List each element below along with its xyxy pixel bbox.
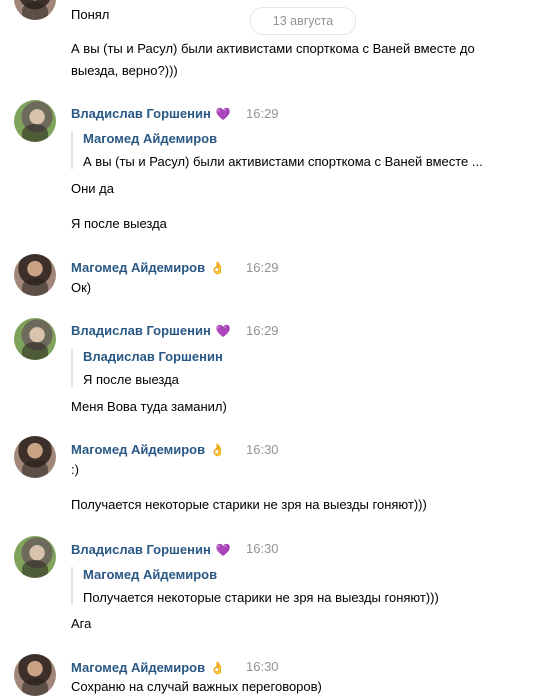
avatar[interactable] bbox=[14, 436, 56, 478]
avatar-shade bbox=[22, 678, 48, 696]
quote-author: Магомед Айдемиров bbox=[83, 131, 218, 146]
heart-badge-icon: 💜 bbox=[215, 107, 231, 121]
ok-hand-badge-icon: 👌 bbox=[210, 661, 226, 675]
ok-hand-badge-icon: 👌 bbox=[210, 261, 226, 275]
message-text: Ага bbox=[71, 616, 92, 631]
date-separator: 13 августа bbox=[250, 7, 356, 35]
avatar[interactable] bbox=[14, 0, 56, 20]
author-name[interactable]: Магомед Айдемиров bbox=[71, 660, 205, 675]
heart-badge-icon: 💜 bbox=[215, 324, 231, 338]
message-header: Магомед Айдемиров 👌 bbox=[71, 659, 225, 677]
avatar[interactable] bbox=[14, 654, 56, 696]
quote-text: А вы (ты и Расул) были активистами спорт… bbox=[83, 154, 483, 169]
message-time[interactable]: 16:30 bbox=[246, 541, 279, 556]
message-time[interactable]: 16:30 bbox=[246, 442, 279, 457]
message-text: А вы (ты и Расул) были активистами спорт… bbox=[71, 41, 475, 56]
quote-author: Магомед Айдемиров bbox=[83, 567, 218, 582]
quote-text: Я после выезда bbox=[83, 372, 179, 387]
message-text: Понял bbox=[71, 7, 110, 22]
quote-author: Владислав Горшенин bbox=[83, 349, 223, 364]
author-name[interactable]: Владислав Горшенин bbox=[71, 323, 211, 338]
quote-text: Получается некоторые старики не зря на в… bbox=[83, 590, 439, 605]
message-text: :) bbox=[71, 462, 79, 477]
avatar-shade bbox=[22, 124, 48, 142]
message-header: Владислав Горшенин 💜 bbox=[71, 541, 231, 559]
message-header: Владислав Горшенин 💜 bbox=[71, 322, 231, 340]
avatar[interactable] bbox=[14, 100, 56, 142]
reply-quote[interactable]: Магомед Айдемиров Получается некоторые с… bbox=[71, 567, 439, 605]
message-text: выезда, верно?))) bbox=[71, 63, 178, 78]
avatar-shade bbox=[22, 342, 48, 360]
message-text: Ок) bbox=[71, 280, 92, 295]
heart-badge-icon: 💜 bbox=[215, 543, 231, 557]
avatar[interactable] bbox=[14, 254, 56, 296]
message-time[interactable]: 16:29 bbox=[246, 260, 279, 275]
message-time[interactable]: 16:30 bbox=[246, 659, 279, 674]
ok-hand-badge-icon: 👌 bbox=[210, 443, 226, 457]
message-text: Они да bbox=[71, 181, 114, 196]
message-header: Владислав Горшенин 💜 bbox=[71, 105, 231, 123]
avatar[interactable] bbox=[14, 318, 56, 360]
author-name[interactable]: Владислав Горшенин bbox=[71, 106, 211, 121]
author-name[interactable]: Владислав Горшенин bbox=[71, 542, 211, 557]
message-text: Меня Вова туда заманил) bbox=[71, 399, 227, 414]
avatar-shade bbox=[22, 278, 48, 296]
message-header: Магомед Айдемиров 👌 bbox=[71, 441, 225, 459]
avatar-shade bbox=[22, 2, 48, 20]
message-text: Я после выезда bbox=[71, 216, 167, 231]
avatar-shade bbox=[22, 460, 48, 478]
message-text: Сохраню на случай важных переговоров) bbox=[71, 679, 322, 694]
message-header: Магомед Айдемиров 👌 bbox=[71, 259, 225, 277]
avatar-shade bbox=[22, 560, 48, 578]
author-name[interactable]: Магомед Айдемиров bbox=[71, 442, 205, 457]
reply-quote[interactable]: Владислав Горшенин Я после выезда bbox=[71, 349, 223, 387]
message-text: Получается некоторые старики не зря на в… bbox=[71, 497, 427, 512]
message-time[interactable]: 16:29 bbox=[246, 106, 279, 121]
message-time[interactable]: 16:29 bbox=[246, 323, 279, 338]
author-name[interactable]: Магомед Айдемиров bbox=[71, 260, 205, 275]
avatar[interactable] bbox=[14, 536, 56, 578]
reply-quote[interactable]: Магомед Айдемиров А вы (ты и Расул) были… bbox=[71, 131, 483, 169]
